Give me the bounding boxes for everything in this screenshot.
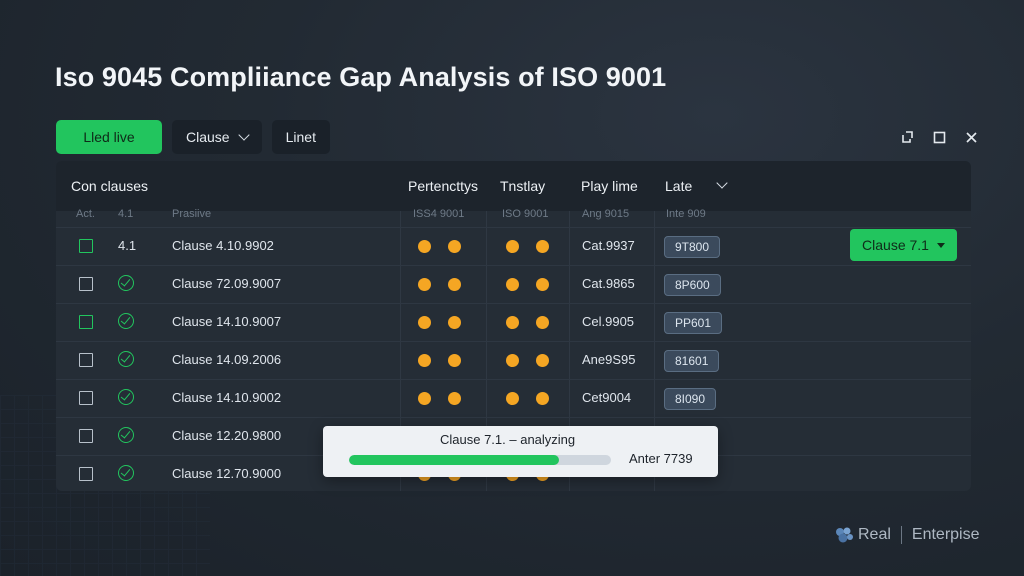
row-ref: Cel.9905 [582,314,635,329]
check-circle-icon [118,427,134,443]
close-icon[interactable] [962,128,980,146]
row-checkbox[interactable] [79,391,93,405]
status-dot [536,354,549,367]
table-row[interactable]: Clause 14.10.9007 Cel.9905 PP601 [56,303,971,342]
row-badge: PP601 [664,312,723,334]
subheader-act: Act. [76,208,95,220]
status-dot [506,278,519,291]
row-badge: 81601 [664,350,720,372]
filter-button[interactable]: Linet [271,120,330,154]
brand-name: Real [858,526,891,543]
row-clause: Clause 4.10.9902 [172,238,274,253]
row-checkbox[interactable] [79,353,93,367]
status-dot [418,316,431,329]
subheader-prasiive: Prasiive [172,208,212,220]
row-checkbox[interactable] [79,277,93,291]
subheader-iso: ISO 9001 [502,208,549,220]
brand-footer: Real Enterpise [834,526,980,544]
row-checkbox[interactable] [79,429,93,443]
progress-right-text: Anter 7739 [629,451,693,466]
maximize-icon[interactable] [930,128,948,146]
progress-track [349,455,611,465]
row-ref: Cat.9937 [582,238,635,253]
table-row[interactable]: Clause 14.09.2006 Ane9S95 81601 [56,341,971,380]
status-dot [506,392,519,405]
row-clause: Clause 14.10.9002 [172,390,282,405]
status-dot [418,240,431,253]
column-header-tnstlay[interactable]: Tnstlay [500,178,545,194]
status-dot [448,278,461,291]
progress-card: Clause 7.1. – analyzing Anter 7739 [323,426,718,477]
row-ref: Cat.9865 [582,276,635,291]
check-circle-icon [118,389,134,405]
row-ref: Ane9S95 [582,352,636,367]
row-clause: Clause 14.10.9007 [172,314,282,329]
check-circle-icon [118,275,134,291]
progress-label: Clause 7.1. – analyzing [440,432,576,447]
row-checkbox[interactable] [79,467,93,481]
sort-chevron-icon[interactable] [716,177,728,189]
table-row[interactable]: 4.1 Clause 4.10.9902 Cat.9937 9T800 [56,227,971,266]
brand-suffix: Enterpise [911,526,980,543]
clause-dropdown-label: Clause [186,129,230,145]
status-dot [418,392,431,405]
column-header-pertencttys[interactable]: Pertencttys [408,178,478,194]
status-dot [418,278,431,291]
row-checkbox[interactable] [79,239,93,253]
subheader-iss4: ISS4 9001 [413,208,465,220]
status-dot [506,316,519,329]
check-circle-icon [118,351,134,367]
clause-select-label: Clause 7.1 [862,237,929,253]
row-clause: Clause 72.09.9007 [172,276,282,291]
status-dot [448,316,461,329]
row-badge: 9T800 [664,236,721,258]
table-row[interactable]: Clause 72.09.9007 Cat.9865 8P600 [56,265,971,304]
status-dot [536,278,549,291]
subheader-id: 4.1 [118,208,134,220]
live-button[interactable]: Lled live [56,120,162,154]
column-header-play-lime[interactable]: Play lime [581,178,638,194]
progress-fill [349,455,559,465]
check-circle-icon [118,313,134,329]
row-clause: Clause 12.20.9800 [172,428,282,443]
status-dot [536,316,549,329]
subheader-inte: Inte 909 [666,208,706,220]
clause-dropdown[interactable]: Clause [172,120,262,154]
status-dot [448,392,461,405]
check-circle-icon [118,465,134,481]
page-title: Iso 9045 Compliiance Gap Analysis of ISO… [55,62,667,92]
row-ref: Cet9004 [582,390,632,405]
status-dot [536,240,549,253]
column-header-late[interactable]: Late [665,178,692,194]
chevron-down-icon [237,129,250,141]
column-header-clauses[interactable]: Con clauses [71,178,148,194]
status-dot [506,354,519,367]
toolbar: Lled live Clause Linet [56,120,330,154]
row-clause: Clause 14.09.2006 [172,352,282,367]
window-controls [898,128,980,146]
clause-select-button[interactable]: Clause 7.1 [850,229,957,261]
row-badge: 8I090 [664,388,717,410]
row-clause: Clause 12.70.9000 [172,466,282,481]
status-dot [418,354,431,367]
table-header: Con clauses Pertencttys Tnstlay Play lim… [56,161,971,211]
status-dot [448,354,461,367]
caret-down-icon [936,242,945,248]
row-id: 4.1 [118,238,137,253]
status-dot [448,240,461,253]
status-dot [506,240,519,253]
row-checkbox[interactable] [79,315,93,329]
status-dot [536,392,549,405]
table-row[interactable]: Clause 14.10.9002 Cet9004 8I090 [56,379,971,418]
restore-icon[interactable] [898,128,916,146]
brand-divider [900,526,902,544]
row-badge: 8P600 [664,274,721,296]
subheader-ang: Ang 9015 [582,208,630,220]
brand-logo-icon [836,527,853,543]
